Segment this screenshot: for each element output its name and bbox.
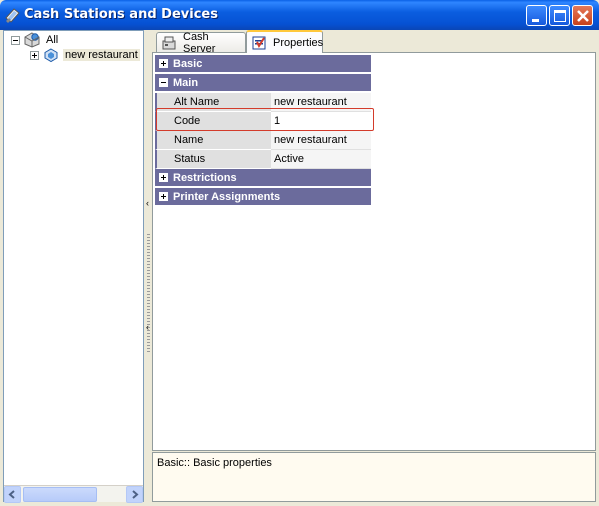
property-row-status[interactable]: Status Active — [155, 150, 371, 169]
cash-station-icon — [4, 6, 22, 24]
tab-properties[interactable]: Properties — [246, 30, 323, 53]
property-description: Basic:: Basic properties — [152, 452, 596, 502]
property-value[interactable]: Active — [271, 150, 371, 169]
title-bar[interactable]: Cash Stations and Devices — [0, 0, 599, 30]
minimize-icon — [532, 19, 539, 22]
maximize-button[interactable] — [549, 5, 570, 26]
tree-label-new-restaurant: new restaurant — [63, 49, 140, 61]
globe-folder-icon — [24, 32, 40, 48]
property-name: Name — [155, 131, 271, 150]
restaurant-node-icon — [43, 47, 59, 63]
chevron-right-icon — [132, 490, 139, 499]
collapse-toggle[interactable] — [159, 78, 168, 87]
tab-label-properties: Properties — [273, 36, 324, 49]
minimize-button[interactable] — [526, 5, 547, 26]
tree-label-all: All — [46, 34, 59, 46]
selected-property-highlight — [156, 108, 374, 131]
close-icon — [577, 10, 589, 22]
tree-node-new-restaurant[interactable]: new restaurant — [30, 47, 140, 63]
expand-toggle[interactable] — [159, 173, 168, 182]
window-title: Cash Stations and Devices — [24, 7, 218, 22]
tree-horizontal-scrollbar[interactable] — [4, 485, 143, 503]
collapse-toggle[interactable] — [11, 35, 20, 45]
collapse-left-arrow-icon-lower[interactable]: ‹ — [146, 322, 149, 332]
maximize-icon — [554, 10, 566, 22]
scroll-left-button[interactable] — [4, 486, 21, 503]
chevron-left-icon — [8, 490, 15, 499]
expand-toggle[interactable] — [30, 50, 39, 60]
expand-toggle[interactable] — [159, 59, 168, 68]
property-row-name[interactable]: Name new restaurant — [155, 131, 371, 150]
splitter-grip — [147, 234, 150, 352]
property-value[interactable]: new restaurant — [271, 131, 371, 150]
collapse-left-arrow-icon[interactable]: ‹ — [146, 198, 149, 208]
category-label: Printer Assignments — [173, 190, 281, 203]
category-label: Restrictions — [173, 171, 237, 184]
category-basic[interactable]: Basic — [155, 55, 371, 73]
scroll-right-button[interactable] — [126, 486, 143, 503]
panel-splitter[interactable]: ‹ ‹ — [145, 30, 152, 502]
tab-strip: Cash Server Properties — [152, 30, 596, 55]
device-tree[interactable]: All new restaurant — [3, 30, 144, 502]
tree-node-all[interactable]: All — [11, 32, 60, 48]
cash-server-icon — [161, 35, 177, 51]
category-label: Main — [173, 76, 199, 89]
category-printer-assignments[interactable]: Printer Assignments — [155, 188, 371, 206]
category-main[interactable]: Main — [155, 74, 371, 92]
category-label: Basic — [173, 57, 203, 70]
expand-toggle[interactable] — [159, 192, 168, 201]
main-window: Cash Stations and Devices All new restau… — [0, 0, 599, 506]
description-text: Basic:: Basic properties — [157, 457, 272, 469]
properties-icon — [251, 35, 267, 51]
scroll-thumb[interactable] — [23, 487, 97, 502]
tab-cash-server[interactable]: Cash Server — [156, 31, 246, 55]
property-name: Status — [155, 150, 271, 169]
close-button[interactable] — [572, 5, 593, 26]
category-restrictions[interactable]: Restrictions — [155, 169, 371, 187]
